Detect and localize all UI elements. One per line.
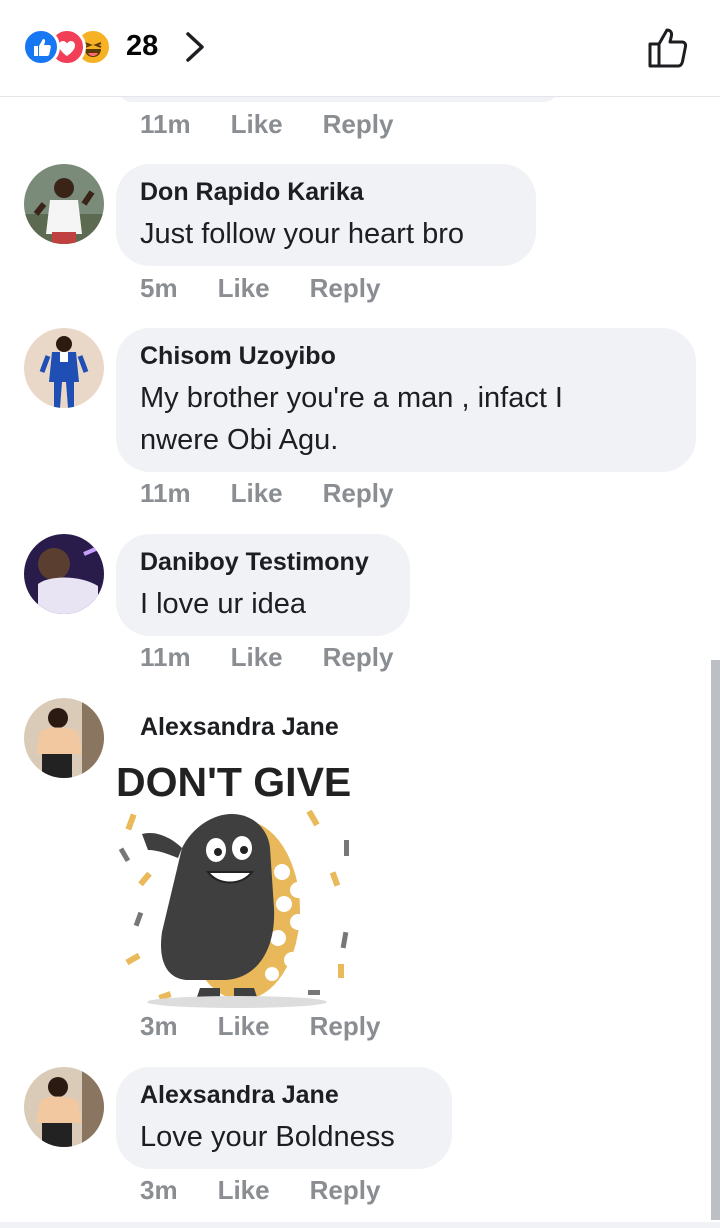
commenter-name[interactable]: Alexsandra Jane (140, 713, 339, 742)
comment-text-line: nwere Obi Agu. (140, 424, 339, 456)
comment-time: 5m (140, 273, 178, 303)
reaction-count[interactable]: 28 (126, 30, 158, 63)
avatar[interactable] (24, 698, 104, 778)
comment-actions: 11m Like Reply (140, 478, 393, 509)
reply-link[interactable]: Reply (310, 1175, 381, 1206)
reply-link[interactable]: Reply (310, 273, 381, 304)
like-link[interactable]: Like (231, 109, 283, 140)
comment-actions: 3m Like Reply (140, 1175, 380, 1206)
avatar[interactable] (24, 164, 104, 244)
comment-bubble[interactable]: Chisom Uzoyibo My brother you're a man ,… (116, 328, 696, 472)
thumbs-up-icon[interactable] (646, 24, 692, 70)
reply-link[interactable]: Reply (323, 478, 394, 509)
like-link[interactable]: Like (218, 1011, 270, 1042)
scrollbar[interactable] (711, 660, 720, 1220)
commenter-name[interactable]: Alexsandra Jane (140, 1081, 426, 1110)
like-link[interactable]: Like (218, 273, 270, 304)
comment-time: 11m (140, 109, 191, 139)
chevron-right-icon[interactable] (180, 30, 212, 64)
comment-bubble[interactable]: Alexsandra Jane Love your Boldness (116, 1067, 452, 1169)
comment-bubble[interactable]: Don Rapido Karika Just follow your heart… (116, 164, 536, 266)
comment-text: I love ur idea (140, 588, 307, 620)
like-link[interactable]: Like (231, 478, 283, 509)
comment-actions: 11m Like Reply (140, 642, 393, 673)
dont-give-up-sticker[interactable]: DON'T GIVE UP! (112, 752, 362, 1010)
comment-bubble[interactable]: Daniboy Testimony I love ur idea (116, 534, 410, 636)
comment-time: 3m (140, 1175, 178, 1205)
avatar[interactable] (24, 1067, 104, 1147)
comment-time: 11m (140, 478, 191, 508)
comment-actions: 5m Like Reply (140, 273, 380, 304)
comment-actions: 3m Like Reply (140, 1011, 380, 1042)
commenter-name[interactable]: Don Rapido Karika (140, 178, 510, 207)
commenter-name[interactable]: Chisom Uzoyibo (140, 342, 670, 371)
reactions-header: 28 (0, 0, 720, 97)
reply-link[interactable]: Reply (323, 642, 394, 673)
commenter-name[interactable]: Daniboy Testimony (140, 548, 384, 577)
avatar[interactable] (24, 534, 104, 614)
like-reaction-icon (22, 28, 60, 66)
comment-text: Love your Boldness (140, 1121, 395, 1153)
comment-time: 11m (140, 642, 191, 672)
comment-text: Just follow your heart bro (140, 218, 464, 250)
bottom-divider (0, 1222, 720, 1228)
reply-link[interactable]: Reply (310, 1011, 381, 1042)
reply-link[interactable]: Reply (323, 109, 394, 140)
comment-actions: 11m Like Reply (140, 109, 393, 140)
avatar[interactable] (24, 328, 104, 408)
like-link[interactable]: Like (218, 1175, 270, 1206)
comment-text-line: My brother you're a man , infact I (140, 382, 563, 414)
like-link[interactable]: Like (231, 642, 283, 673)
comment-time: 3m (140, 1011, 178, 1041)
sticker-text: DON'T GIVE UP! (116, 759, 362, 805)
